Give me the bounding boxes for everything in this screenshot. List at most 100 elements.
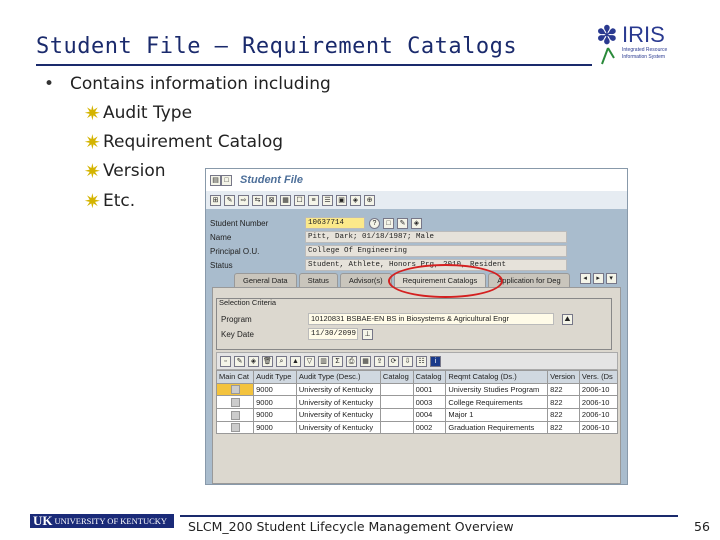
- main-cat-checkbox[interactable]: [215, 395, 255, 410]
- table-cell: 0002: [412, 420, 447, 435]
- table-header: Main Cat Audit Type Audit Type (Desc.) Cata…: [215, 370, 619, 384]
- table-cell: [379, 420, 414, 435]
- uk-name: UNIVERSITY OF KENTUCKY: [54, 516, 168, 526]
- calculator-icon[interactable]: ▦: [280, 194, 291, 206]
- table-cell: 9000: [253, 420, 297, 435]
- uk-logo: UK UNIVERSITY OF KENTUCKY: [30, 513, 174, 528]
- tab-list-icon[interactable]: ▾: [605, 273, 617, 284]
- name-row: Name Pitt, Dark; 01/18/1987; Male: [210, 231, 567, 243]
- table-cell: 0001: [412, 382, 447, 397]
- main-cat-checkbox[interactable]: [215, 408, 255, 422]
- search-icon[interactable]: ?: [369, 217, 380, 229]
- table-cell: Graduation Requirements: [445, 420, 549, 435]
- toolbar-icon[interactable]: ☰: [322, 194, 333, 206]
- table-row[interactable]: 9000 University of Kentucky 0003 College Re…: [215, 395, 619, 410]
- column-header[interactable]: Vers. (Ds: [578, 370, 619, 384]
- toolbar-icon[interactable]: ▣: [336, 194, 347, 206]
- program-field[interactable]: 10120831 BSBAE-EN BS in Biosystems & Agr…: [308, 313, 554, 325]
- table-toolbar: ▫ ✎ ◈ 🗑 ⌕ ▲ ▽ ▥ Σ ⎙ ▦ ⇪ ⟳ ⇩ ☷ i: [216, 352, 618, 370]
- scroll-left-icon[interactable]: ◂: [579, 273, 591, 284]
- column-header[interactable]: Reqmt Catalog (Ds.): [445, 370, 549, 384]
- table-cell: University of Kentucky: [295, 395, 381, 410]
- column-header[interactable]: Version: [547, 370, 580, 384]
- key-date-input[interactable]: 11/30/2099: [308, 328, 358, 340]
- menu-icon[interactable]: ▤: [210, 174, 221, 186]
- program-row: Program 10120831 BSBAE-EN BS in Biosystem…: [221, 313, 573, 325]
- scroll-right-icon[interactable]: ▸: [592, 273, 604, 284]
- export-icon[interactable]: ⇪: [374, 355, 385, 367]
- display-icon[interactable]: ◈: [248, 355, 259, 367]
- subitem-text: Requirement Catalog: [103, 132, 284, 152]
- info-icon[interactable]: i: [430, 355, 441, 367]
- star-bullet-icon: ✷: [84, 159, 101, 183]
- page-number: 56: [694, 519, 710, 534]
- highlight-circle: [388, 264, 503, 298]
- field-label: Status: [210, 260, 233, 270]
- catalog-table-container: ▫ ✎ ◈ 🗑 ⌕ ▲ ▽ ▥ Σ ⎙ ▦ ⇪ ⟳ ⇩ ☷ i Main Cat Audit Type Audit…: [215, 352, 619, 482]
- table-cell: University of Kentucky: [295, 420, 381, 435]
- tab-general-data[interactable]: General Data: [234, 273, 297, 288]
- main-cat-checkbox[interactable]: [215, 382, 255, 397]
- main-cat-checkbox[interactable]: [215, 420, 255, 435]
- column-header[interactable]: Catalog: [379, 370, 414, 384]
- date-icon[interactable]: ⊥: [362, 328, 373, 340]
- filter-icon[interactable]: ▽: [304, 355, 315, 367]
- toolbar-icon[interactable]: ⊠: [266, 194, 277, 206]
- title-underline: [36, 64, 592, 66]
- field-label: Key Date: [221, 329, 254, 339]
- toolbar-icon[interactable]: ✎: [224, 194, 235, 206]
- column-header[interactable]: Audit Type: [253, 370, 297, 384]
- window-title: Student File: [240, 174, 303, 186]
- table-cell: 822: [547, 408, 580, 422]
- edit-icon[interactable]: ✎: [397, 217, 408, 229]
- svg-text:Information System: Information System: [622, 54, 665, 60]
- slide-title: Student File – Requirement Catalogs: [36, 34, 518, 59]
- iris-logo: ✽ IRIS Integrated Resource Information S…: [592, 20, 672, 66]
- subitem-text: Audit Type: [103, 103, 193, 123]
- principal-ou-row: Principal O.U. College Of Engineering: [210, 245, 567, 257]
- layout-icon[interactable]: ▦: [360, 355, 371, 367]
- table-row[interactable]: 9000 University of Kentucky 0002 Graduation…: [215, 420, 619, 435]
- table-cell: 0003: [412, 395, 447, 410]
- find-icon[interactable]: ▥: [318, 355, 329, 367]
- delete-icon[interactable]: 🗑: [262, 355, 273, 367]
- table-cell: 9000: [253, 408, 297, 422]
- tab-advisors[interactable]: Advisor(s): [339, 273, 392, 288]
- toolbar-icon[interactable]: ≡: [308, 194, 319, 206]
- display-icon[interactable]: ◈: [411, 217, 422, 229]
- toolbar-icon[interactable]: ⊕: [364, 194, 375, 206]
- print-icon[interactable]: ⎙: [346, 355, 357, 367]
- table-cell: University Studies Program: [445, 382, 549, 397]
- subitem-text: Version: [103, 161, 166, 181]
- subitem: ✷ Etc.: [84, 191, 135, 211]
- find-icon[interactable]: ⌕: [276, 355, 287, 367]
- toolbar-icon[interactable]: ☐: [294, 194, 305, 206]
- toolbar-icon[interactable]: ⇨: [238, 194, 249, 206]
- edit-icon[interactable]: ✎: [234, 355, 245, 367]
- table-cell: College Requirements: [445, 395, 549, 410]
- sort-ascending-icon[interactable]: ▲: [290, 355, 301, 367]
- column-header[interactable]: Catalog: [412, 370, 447, 384]
- subitem: ✷ Requirement Catalog: [84, 132, 283, 152]
- total-icon[interactable]: Σ: [332, 355, 343, 367]
- layout-select-icon[interactable]: ☷: [416, 355, 427, 367]
- toolbar-icon[interactable]: ◈: [350, 194, 361, 206]
- principal-ou-field: College Of Engineering: [305, 245, 567, 257]
- table-cell: 9000: [253, 395, 297, 410]
- svg-text:Integrated Resource: Integrated Resource: [622, 47, 668, 53]
- student-number-input[interactable]: 10637714: [305, 217, 365, 229]
- column-header[interactable]: Main Cat: [215, 370, 255, 384]
- window-icon[interactable]: □: [221, 174, 232, 186]
- structure-icon[interactable]: ⛰: [562, 313, 573, 325]
- table-row[interactable]: 9000 University of Kentucky 0001 University…: [215, 382, 619, 397]
- import-icon[interactable]: ⇩: [402, 355, 413, 367]
- footer-text: SLCM_200 Student Lifecycle Management Ov…: [188, 519, 514, 534]
- toolbar-icon[interactable]: ⇆: [252, 194, 263, 206]
- details-icon[interactable]: ▫: [220, 355, 231, 367]
- table-row[interactable]: 9000 University of Kentucky 0004 Major 1 822…: [215, 408, 619, 422]
- toolbar-icon[interactable]: ⊞: [210, 194, 221, 206]
- new-document-icon[interactable]: □: [383, 217, 394, 229]
- refresh-icon[interactable]: ⟳: [388, 355, 399, 367]
- column-header[interactable]: Audit Type (Desc.): [295, 370, 381, 384]
- tab-status[interactable]: Status: [298, 273, 338, 288]
